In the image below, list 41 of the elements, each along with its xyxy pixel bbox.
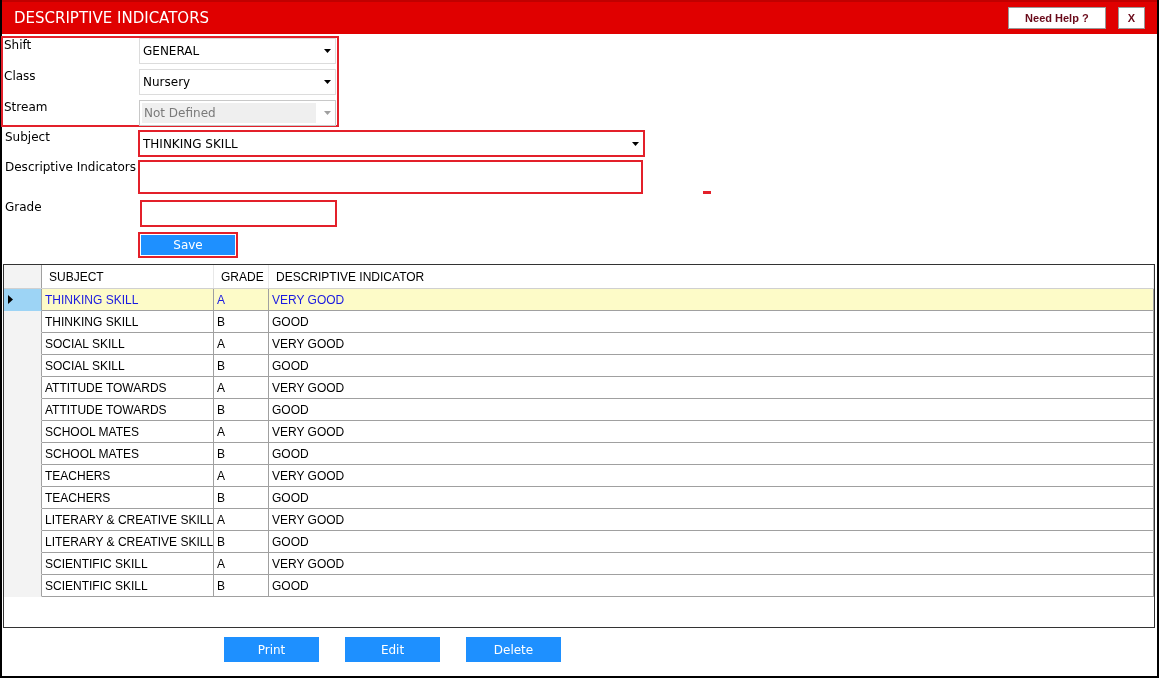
field-label: Subject	[4, 130, 51, 144]
close-button[interactable]: X	[1117, 7, 1145, 29]
dropdown[interactable]: Nursery	[139, 69, 336, 95]
help-button[interactable]: Need Help ?	[1008, 7, 1106, 29]
table-row[interactable]: THINKING SKILL B GOOD	[4, 311, 1154, 333]
input-field[interactable]	[140, 200, 337, 227]
table-row[interactable]: SCHOOL MATES B GOOD	[4, 443, 1154, 465]
field-label: Class	[3, 69, 37, 83]
column-header[interactable]: GRADE	[214, 265, 269, 288]
table-row[interactable]: SOCIAL SKILL A VERY GOOD	[4, 333, 1154, 355]
table-row[interactable]: TEACHERS A VERY GOOD	[4, 465, 1154, 487]
field-label: Shift	[3, 38, 33, 52]
field-label: Stream	[3, 100, 49, 114]
table-cell: B	[214, 575, 269, 597]
table-row[interactable]: SOCIAL SKILL B GOOD	[4, 355, 1154, 377]
table-row[interactable]: SCHOOL MATES A VERY GOOD	[4, 421, 1154, 443]
table-row[interactable]: ATTITUDE TOWARDS A VERY GOOD	[4, 377, 1154, 399]
field-label: Grade	[4, 200, 43, 214]
table-row[interactable]: LITERARY & CREATIVE SKILL B GOOD	[4, 531, 1154, 553]
window-title: DESCRIPTIVE INDICATORS	[14, 9, 211, 27]
table-row[interactable]: ATTITUDE TOWARDS B GOOD	[4, 399, 1154, 421]
table-row[interactable]: TEACHERS B GOOD	[4, 487, 1154, 509]
table-cell: SCIENTIFIC SKILL	[42, 575, 214, 597]
row-header[interactable]	[4, 289, 42, 311]
column-header[interactable]: DESCRIPTIVE INDICATOR	[269, 265, 1154, 288]
dash-mark	[703, 191, 711, 194]
row-pointer-icon	[8, 295, 13, 304]
dropdown[interactable]: GENERAL	[139, 38, 336, 64]
caret-icon	[324, 80, 331, 84]
dropdown: Not Defined	[139, 100, 336, 126]
input-field[interactable]	[138, 160, 643, 194]
table-row[interactable]: SCIENTIFIC SKILL A VERY GOOD	[4, 553, 1154, 575]
column-header[interactable]: SUBJECT	[42, 265, 214, 288]
table-row[interactable]: SCIENTIFIC SKILL B GOOD	[4, 575, 1154, 597]
caret-icon	[324, 49, 331, 53]
caret-icon	[324, 111, 331, 115]
table-row[interactable]: LITERARY & CREATIVE SKILL A VERY GOOD	[4, 509, 1154, 531]
table-row[interactable]: THINKING SKILL A VERY GOOD	[4, 289, 1154, 311]
caret-icon	[632, 141, 639, 146]
table-cell: GOOD	[269, 575, 1154, 597]
field-label: Descriptive Indicators	[4, 160, 137, 174]
